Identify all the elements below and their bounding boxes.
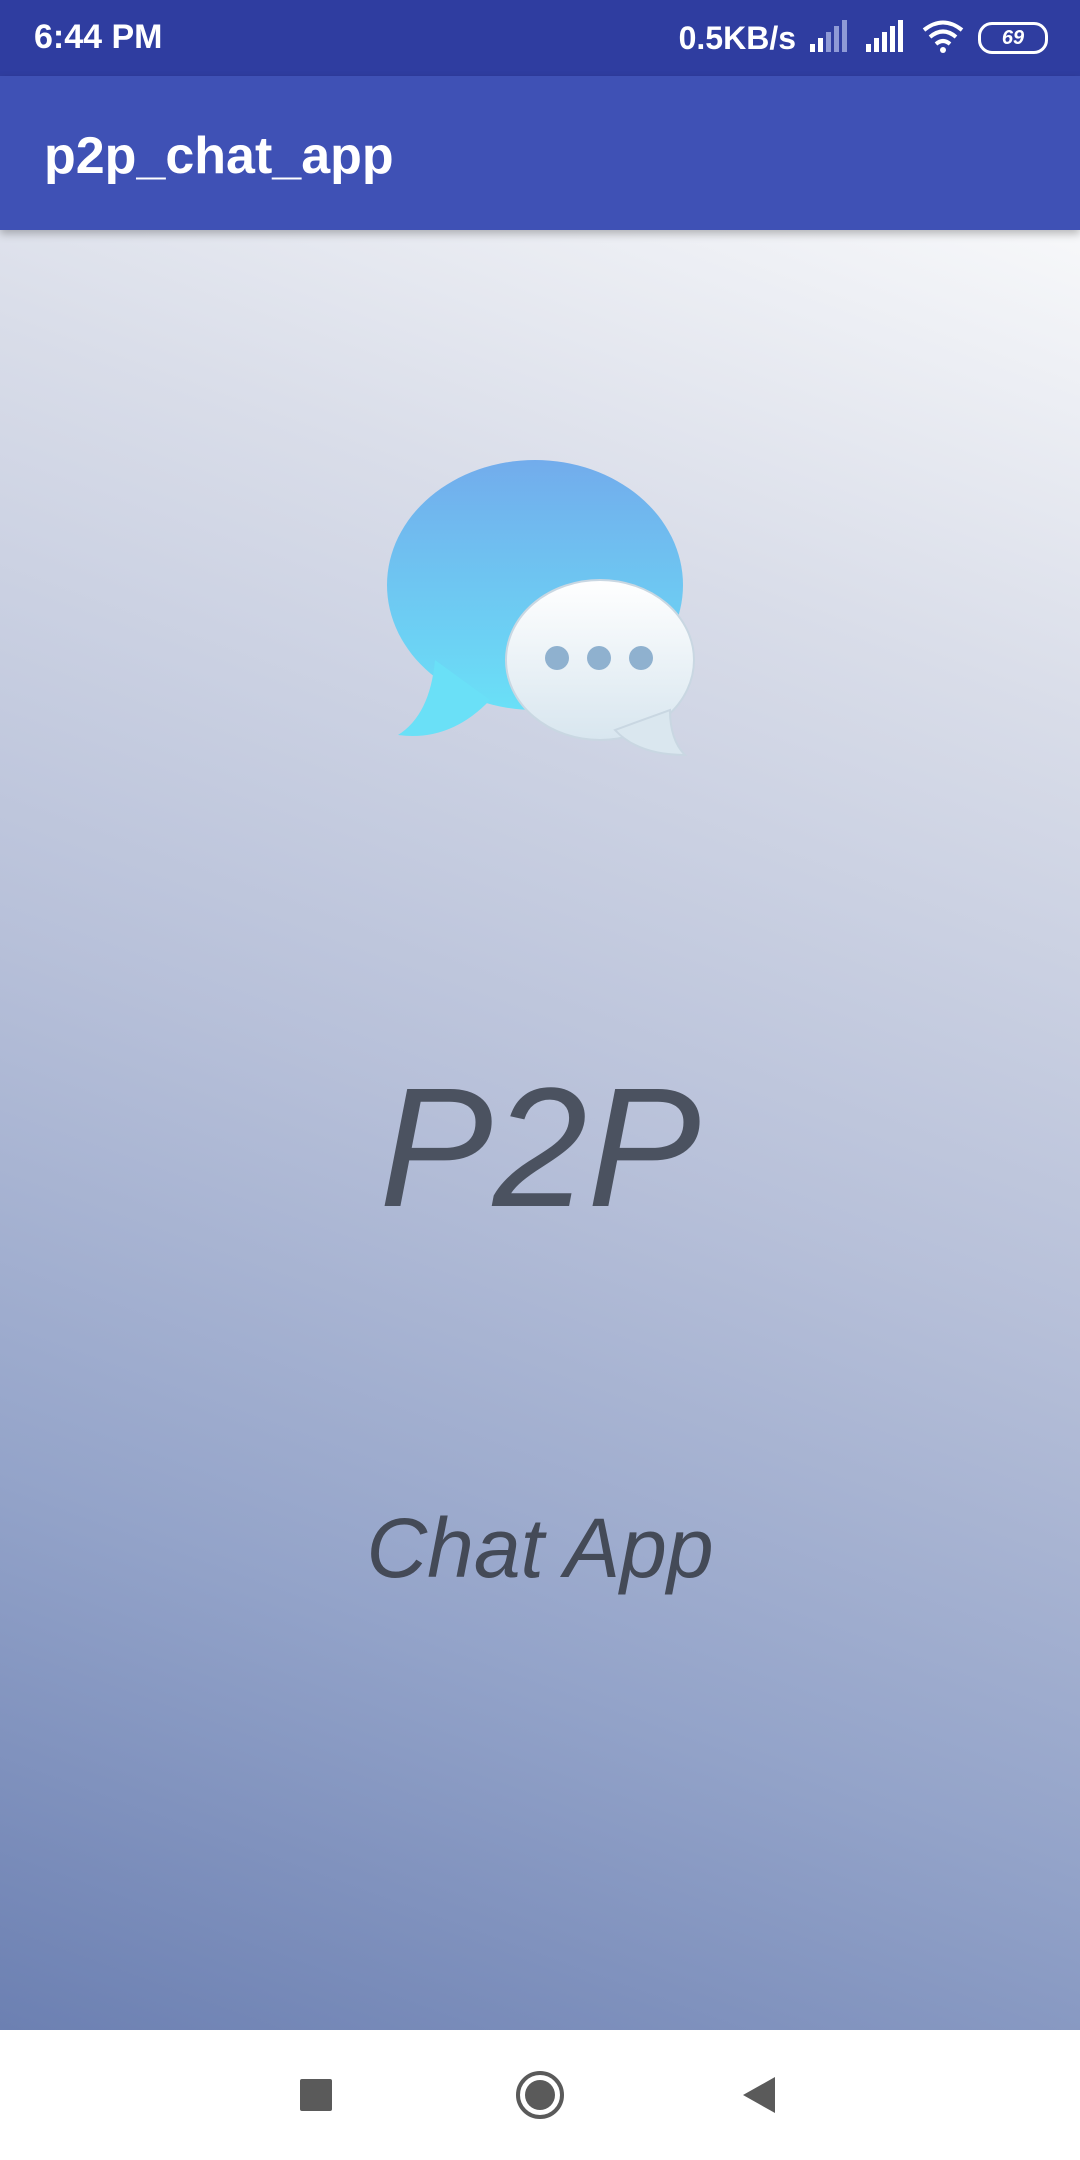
battery-icon: 69 [978, 22, 1048, 54]
app-title: p2p_chat_app [44, 127, 394, 185]
status-icons: 0.5KB/s 69 [679, 16, 1048, 60]
app-bar: p2p_chat_app [0, 76, 1080, 230]
splash-screen: P2P Chat App [0, 230, 1080, 2030]
splash-subtitle: Chat App [366, 1501, 714, 1595]
back-triangle-icon[interactable] [730, 2065, 790, 2125]
status-bar: 6:44 PM 0.5KB/s 69 [0, 0, 1080, 76]
splash-title: P2P [379, 1053, 701, 1243]
navigation-bar [0, 2030, 1080, 2160]
network-speed: 0.5KB/s [678, 19, 796, 56]
recents-square-icon[interactable] [286, 2065, 346, 2125]
signal-icon [810, 19, 852, 57]
chat-bubbles-icon [380, 460, 710, 760]
wifi-icon [922, 19, 964, 58]
battery-level: 69 [1001, 26, 1025, 49]
status-time: 6:44 PM [34, 18, 163, 56]
home-circle-icon[interactable] [510, 2065, 570, 2125]
signal-icon [866, 19, 908, 57]
